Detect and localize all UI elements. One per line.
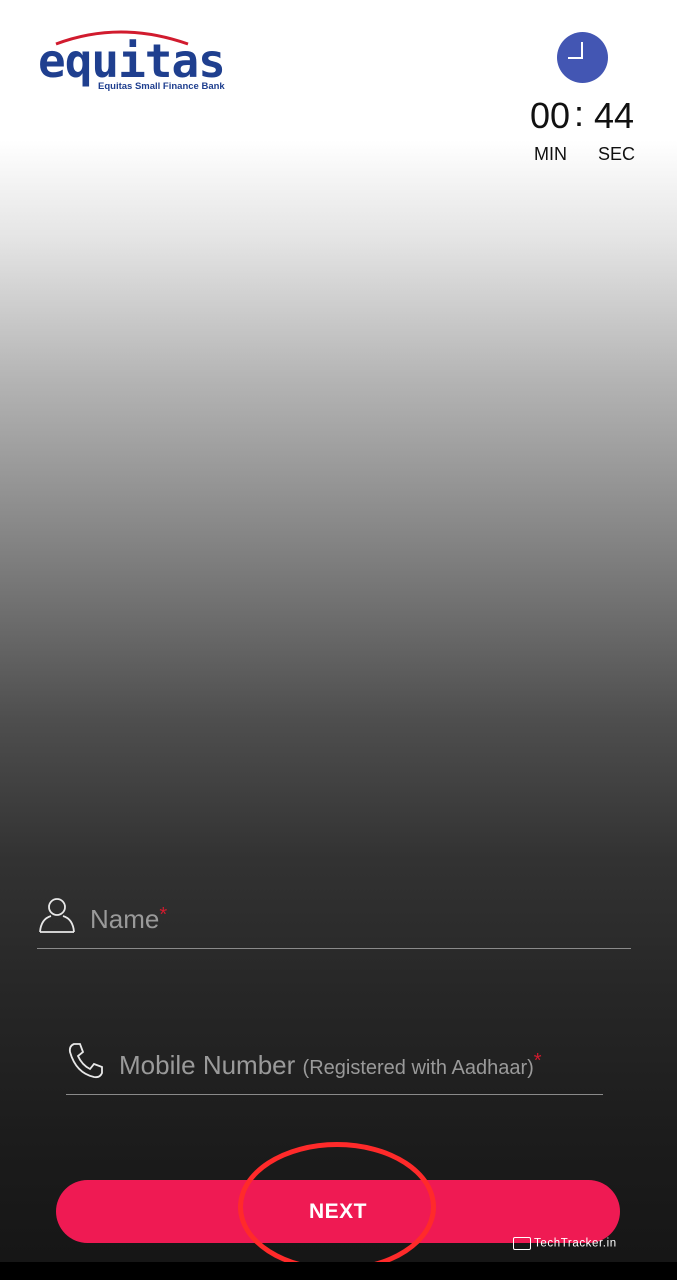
watermark-text: TechTracker.in (534, 1237, 617, 1250)
bottom-bar (0, 1262, 677, 1280)
timer-minutes: 00 (530, 95, 571, 136)
timer-separator: : (574, 93, 585, 134)
timer-seconds: 44 (594, 95, 635, 136)
mobile-hint: (Registered with Aadhaar) (302, 1057, 534, 1079)
name-required-mark: * (159, 904, 168, 926)
phone-icon (66, 1040, 106, 1080)
logo-tagline: Equitas Small Finance Bank (98, 81, 225, 92)
bank-logo: equitas Equitas Small Finance Bank (38, 26, 228, 96)
logo-wordmark: equitas (38, 34, 226, 88)
watermark: TechTracker.in (513, 1237, 617, 1255)
next-button[interactable]: NEXT (56, 1180, 620, 1243)
name-field[interactable]: Name* (37, 890, 631, 949)
timer-sec-label: SEC (598, 144, 636, 164)
mobile-placeholder: Mobile Number (Registered with Aadhaar)* (119, 1050, 542, 1080)
name-placeholder: Name* (90, 904, 168, 934)
clock-icon (557, 32, 608, 83)
browser-icon (513, 1237, 531, 1250)
person-icon (37, 894, 77, 934)
mobile-required-mark: * (533, 1050, 542, 1072)
mobile-number-field[interactable]: Mobile Number (Registered with Aadhaar)* (66, 1036, 603, 1095)
timer-min-label: MIN (534, 144, 567, 164)
